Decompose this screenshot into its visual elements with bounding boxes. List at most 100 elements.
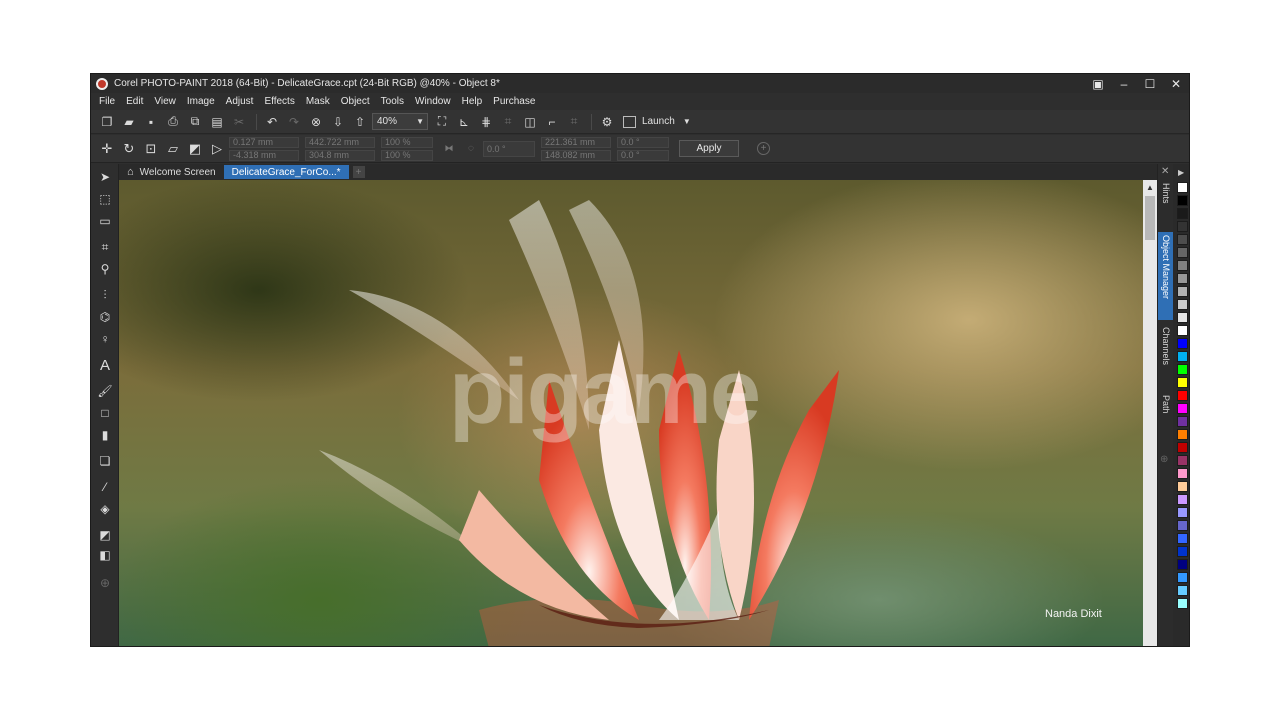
color-swatch[interactable] — [1177, 312, 1188, 323]
rectangle-mask-tool-icon[interactable]: ▭ — [96, 212, 114, 230]
fill-tool-icon[interactable]: ◈ — [96, 500, 114, 518]
transform-tool-icon[interactable]: ⬚ — [96, 190, 114, 208]
cut-icon[interactable]: ✂ — [229, 113, 249, 131]
menu-window[interactable]: Window — [415, 96, 451, 107]
zoom-fit-icon[interactable]: ⛶ — [432, 113, 452, 131]
full-screen-icon[interactable]: ◫ — [520, 113, 540, 131]
perspective-mode-icon[interactable]: ▷ — [207, 139, 227, 159]
skew-x-input[interactable]: 0.0 ° — [617, 136, 669, 148]
color-swatch[interactable] — [1177, 572, 1188, 583]
color-swatch[interactable] — [1177, 234, 1188, 245]
tab-document[interactable]: DelicateGrace_ForCo...* — [223, 165, 349, 179]
add-tool-icon[interactable]: ⊕ — [96, 574, 114, 592]
docker-tab-object-manager[interactable]: Object Manager — [1158, 232, 1174, 320]
color-swatch[interactable] — [1177, 585, 1188, 596]
add-icon[interactable]: + — [757, 142, 770, 155]
position-mode-icon[interactable]: ✛ — [97, 139, 117, 159]
color-swatch[interactable] — [1177, 442, 1188, 453]
color-swatch[interactable] — [1177, 195, 1188, 206]
color-swatch[interactable] — [1177, 494, 1188, 505]
options-gear-icon[interactable]: ⚙ — [597, 113, 617, 131]
snap-icon[interactable]: ⌐ — [542, 113, 562, 131]
color-swatch[interactable] — [1177, 416, 1188, 427]
palette-arrow-icon[interactable]: ▶ — [1178, 168, 1184, 177]
color-swatch[interactable] — [1177, 299, 1188, 310]
color-swatch[interactable] — [1177, 507, 1188, 518]
pick-tool-icon[interactable]: ➤ — [96, 168, 114, 186]
menu-image[interactable]: Image — [187, 96, 215, 107]
color-swatch[interactable] — [1177, 598, 1188, 609]
scale-y-input[interactable]: 100 % — [381, 149, 433, 161]
position-x-input[interactable]: 0.127 mm — [229, 136, 299, 148]
color-swatch[interactable] — [1177, 546, 1188, 557]
copy-icon[interactable]: ⧉ — [185, 113, 205, 131]
docker-tab-hints[interactable]: Hints — [1158, 180, 1174, 230]
minimize-button[interactable]: – — [1111, 74, 1137, 93]
color-swatch[interactable] — [1177, 377, 1188, 388]
scale-mode-icon[interactable]: ⊡ — [141, 139, 161, 159]
corel-connect-icon[interactable]: ⊗ — [306, 113, 326, 131]
menu-edit[interactable]: Edit — [126, 96, 143, 107]
color-swatch[interactable] — [1177, 286, 1188, 297]
color-swatch[interactable] — [1177, 260, 1188, 271]
eraser-tool-icon[interactable]: ▮ — [96, 426, 114, 444]
scrollbar-thumb[interactable] — [1145, 196, 1155, 240]
color-swatch[interactable] — [1177, 559, 1188, 570]
color-swatch[interactable] — [1177, 351, 1188, 362]
snap-options-icon[interactable]: ⌗ — [564, 113, 584, 131]
vertical-scrollbar[interactable]: ▲ — [1143, 180, 1157, 646]
menu-purchase[interactable]: Purchase — [493, 96, 535, 107]
color-swatch[interactable] — [1177, 364, 1188, 375]
color-swatch-icon[interactable]: ◩ — [96, 526, 114, 544]
show-grid-icon[interactable]: ⌗ — [498, 113, 518, 131]
height-input[interactable]: 304.8 mm — [305, 149, 375, 161]
paste-icon[interactable]: ▤ — [207, 113, 227, 131]
launch-button[interactable]: Launch ▼ — [623, 115, 691, 128]
maximize-button[interactable]: ☐ — [1137, 74, 1163, 93]
save-icon[interactable]: ▪ — [141, 113, 161, 131]
show-guidelines-icon[interactable]: ⋕ — [476, 113, 496, 131]
menu-object[interactable]: Object — [341, 96, 370, 107]
paint-tool-icon[interactable]: 🖌 — [96, 382, 114, 400]
docker-tab-channels[interactable]: Channels — [1158, 324, 1174, 382]
text-tool-icon[interactable]: A — [96, 356, 114, 374]
clone-tool-icon[interactable]: ⌬ — [96, 308, 114, 326]
zoom-level-select[interactable]: 40% ▼ — [372, 113, 428, 130]
color-swatch[interactable] — [1177, 468, 1188, 479]
open-folder-icon[interactable]: ▰ — [119, 113, 139, 131]
menu-file[interactable]: File — [99, 96, 115, 107]
account-icon[interactable]: ▣ — [1085, 74, 1111, 93]
menu-mask[interactable]: Mask — [306, 96, 330, 107]
close-button[interactable]: ✕ — [1163, 74, 1189, 93]
proportional-lock-icon[interactable]: ⧓ — [439, 139, 459, 159]
rectangle-tool-icon[interactable]: □ — [96, 404, 114, 422]
docker-tab-path[interactable]: Path — [1158, 392, 1174, 432]
redo-icon[interactable]: ↷ — [284, 113, 304, 131]
image-canvas[interactable]: pigame Nanda Dixit — [119, 180, 1143, 646]
rotate-mode-icon[interactable]: ↻ — [119, 139, 139, 159]
position-y-input[interactable]: -4.318 mm — [229, 149, 299, 161]
color-swatch[interactable] — [1177, 481, 1188, 492]
scale-x-input[interactable]: 100 % — [381, 136, 433, 148]
color-swatch[interactable] — [1177, 182, 1188, 193]
skew-y-input[interactable]: 0.0 ° — [617, 149, 669, 161]
drop-shadow-tool-icon[interactable]: ❏ — [96, 452, 114, 470]
skew-mode-icon[interactable]: ▱ — [163, 139, 183, 159]
menu-adjust[interactable]: Adjust — [226, 96, 254, 107]
smear-tool-icon[interactable]: ♀ — [96, 330, 114, 348]
red-eye-tool-icon[interactable]: ⫶ — [96, 286, 114, 304]
menu-view[interactable]: View — [154, 96, 176, 107]
crop-tool-icon[interactable]: ⌗ — [96, 238, 114, 256]
color-swatch[interactable] — [1177, 533, 1188, 544]
import-icon[interactable]: ⇩ — [328, 113, 348, 131]
color-swatch[interactable] — [1177, 325, 1188, 336]
menu-help[interactable]: Help — [462, 96, 483, 107]
zoom-tool-icon[interactable]: ⚲ — [96, 260, 114, 278]
color-swatch[interactable] — [1177, 273, 1188, 284]
color-swatch[interactable] — [1177, 338, 1188, 349]
apply-button[interactable]: Apply — [679, 140, 739, 157]
tab-welcome-screen[interactable]: ⌂ Welcome Screen — [119, 165, 224, 179]
new-document-icon[interactable]: ❐ — [97, 113, 117, 131]
new-tab-icon[interactable]: + — [352, 166, 365, 178]
center-x-input[interactable]: 221.361 mm — [541, 136, 611, 148]
